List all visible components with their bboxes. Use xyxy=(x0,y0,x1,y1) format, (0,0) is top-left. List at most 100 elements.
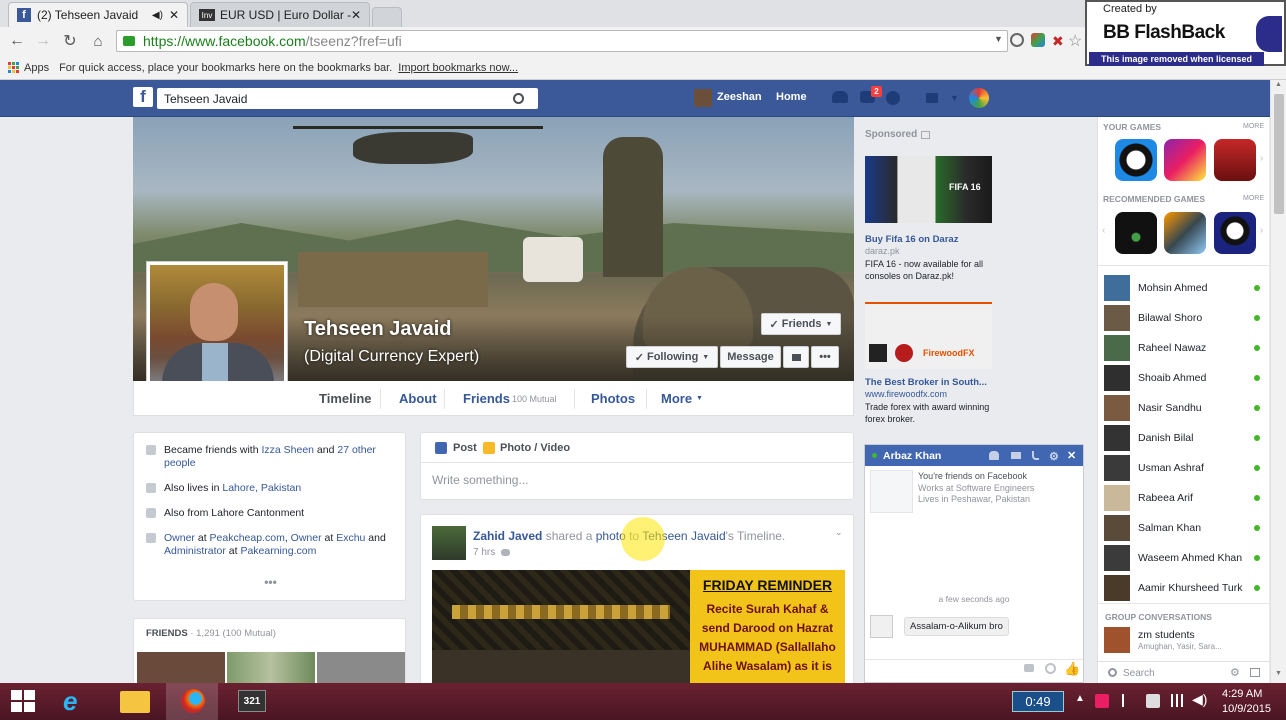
video-call-button[interactable] xyxy=(783,346,809,368)
game-poker[interactable] xyxy=(1214,139,1256,181)
chevron-left-icon[interactable]: ‹ xyxy=(1102,225,1105,236)
tray-network-icon[interactable] xyxy=(1171,694,1185,707)
search-icon[interactable] xyxy=(513,93,524,104)
lahore-link[interactable]: Lahore, Pakistan xyxy=(222,482,301,494)
page-scrollbar[interactable]: ▲ ▼ xyxy=(1270,80,1286,683)
media-player-icon[interactable]: 321 xyxy=(238,690,266,712)
file-explorer-icon[interactable] xyxy=(120,691,150,713)
composer-input[interactable]: Write something... xyxy=(432,473,528,487)
chat-like-icon[interactable]: 👍 xyxy=(1064,661,1080,677)
chat-sender-avatar[interactable] xyxy=(870,615,893,638)
ad-choices-icon[interactable] xyxy=(921,130,931,139)
game-candy[interactable] xyxy=(1164,139,1206,181)
contact-item[interactable]: Danish Bilal xyxy=(1104,424,1262,452)
author-name-link[interactable]: Zahid Javed xyxy=(473,529,542,543)
ad-firewood-image[interactable]: FirewoodFX xyxy=(865,302,992,369)
game-pool-dark[interactable] xyxy=(1115,212,1157,254)
contact-item[interactable]: Aamir Khursheed Turk xyxy=(1104,574,1262,602)
close-icon[interactable]: ✕ xyxy=(1067,449,1076,462)
more-options-button[interactable]: ••• xyxy=(811,346,839,368)
back-icon[interactable]: ← xyxy=(8,32,26,50)
zoom-icon[interactable] xyxy=(1010,33,1024,47)
audio-icon[interactable]: ◀) xyxy=(152,10,163,21)
exchu-link[interactable]: Exchu xyxy=(336,532,365,544)
contact-item[interactable]: Mohsin Ahmed xyxy=(1104,274,1262,302)
contact-item[interactable]: Nasir Sandhu xyxy=(1104,394,1262,422)
user-name-link[interactable]: Zeeshan xyxy=(717,91,762,103)
chat-photo-icon[interactable] xyxy=(1024,664,1034,672)
contact-item[interactable]: Salman Khan xyxy=(1104,514,1262,542)
author-avatar[interactable] xyxy=(432,526,466,560)
chat-contact-name[interactable]: Arbaz Khan xyxy=(883,450,941,462)
compose-icon[interactable] xyxy=(1250,668,1260,677)
facebook-logo-icon[interactable]: f xyxy=(133,87,153,107)
settings-dropdown-icon[interactable]: ▼ xyxy=(950,93,959,103)
friend-requests-icon[interactable] xyxy=(832,91,848,103)
game-8-ball-dark[interactable] xyxy=(1214,212,1256,254)
contact-item[interactable]: Usman Ashraf xyxy=(1104,454,1262,482)
import-bookmarks-link[interactable]: Import bookmarks now... xyxy=(398,62,518,74)
tab-timeline[interactable]: Timeline xyxy=(319,391,372,406)
scroll-down-icon[interactable]: ▼ xyxy=(1275,670,1282,677)
composer-tab-photo[interactable]: Photo / Video xyxy=(483,442,570,454)
intro-see-more[interactable]: ••• xyxy=(134,575,407,589)
ad-fifa-image[interactable]: FIFA 16 xyxy=(865,156,992,223)
extension-icon-2[interactable]: ✖ xyxy=(1052,33,1064,50)
tray-flag-icon[interactable] xyxy=(1122,694,1134,707)
scroll-up-icon[interactable]: ▲ xyxy=(1275,81,1282,88)
izza-sheen-link[interactable]: Izza Sheen xyxy=(261,444,314,456)
facebook-search-input[interactable]: Tehseen Javaid xyxy=(157,88,538,109)
contact-item[interactable]: Shoaib Ahmed xyxy=(1104,364,1262,392)
ad-firewood-title[interactable]: The Best Broker in South... xyxy=(865,377,987,388)
chat-emoji-icon[interactable] xyxy=(1045,663,1056,674)
close-tab-icon[interactable]: ✕ xyxy=(351,8,361,22)
gear-icon[interactable]: ⚙ xyxy=(1049,450,1059,463)
recommended-more-link[interactable]: MORE xyxy=(1243,195,1264,202)
apps-link[interactable]: Apps xyxy=(24,62,49,74)
phone-icon[interactable] xyxy=(1032,451,1039,460)
reload-icon[interactable]: ↻ xyxy=(61,32,79,50)
game-moto[interactable] xyxy=(1164,212,1206,254)
contact-item[interactable]: Bilawal Shoro xyxy=(1104,304,1262,332)
extension-icon[interactable] xyxy=(1031,33,1045,47)
pakearning-link[interactable]: Pakearning.com xyxy=(240,545,316,557)
privacy-icon[interactable] xyxy=(926,93,938,103)
group-item[interactable]: zm students Amughan, Yasir, Sara... xyxy=(1104,626,1264,654)
post-image-kaaba[interactable] xyxy=(432,570,690,687)
composer-tab-post[interactable]: Post xyxy=(435,442,477,454)
tray-app-icon[interactable] xyxy=(1095,694,1109,708)
internet-explorer-icon[interactable]: e xyxy=(63,688,77,714)
extension-pinwheel-icon[interactable] xyxy=(969,88,989,108)
windows-start-icon[interactable] xyxy=(11,690,35,712)
peakcheap-link[interactable]: Peakcheap.com xyxy=(210,532,285,544)
clock-time[interactable]: 4:29 AM xyxy=(1222,688,1262,700)
tab-more[interactable]: More xyxy=(661,391,692,406)
close-tab-icon[interactable]: ✕ xyxy=(169,8,179,22)
post-time-link[interactable]: 7 hrs xyxy=(473,547,495,558)
scrollbar-thumb[interactable] xyxy=(1274,94,1284,214)
tray-chevron-icon[interactable]: ▲ xyxy=(1075,693,1085,704)
omnibox-dropdown-icon[interactable]: ▼ xyxy=(994,34,1003,44)
chevron-right-icon[interactable]: › xyxy=(1260,225,1263,236)
friends-card-title[interactable]: FRIENDS xyxy=(146,628,188,639)
contact-item[interactable]: Waseem Ahmed Khan xyxy=(1104,544,1262,572)
apps-icon[interactable] xyxy=(8,62,19,73)
gear-icon[interactable]: ⚙ xyxy=(1230,666,1240,679)
user-avatar[interactable] xyxy=(694,89,712,107)
following-button[interactable]: ✓ Following ▼ xyxy=(626,346,718,368)
chevron-right-icon[interactable]: › xyxy=(1260,153,1263,164)
game-8-ball-pool[interactable] xyxy=(1115,139,1157,181)
profile-name[interactable]: Tehseen Javaid xyxy=(304,318,451,341)
bookmark-star-icon[interactable]: ☆ xyxy=(1068,31,1082,51)
home-link[interactable]: Home xyxy=(776,91,807,103)
friends-button[interactable]: ✓ Friends ▼ xyxy=(761,313,841,335)
tab-photos[interactable]: Photos xyxy=(591,391,635,406)
chat-search-bar[interactable]: Search ⚙ xyxy=(1098,661,1269,683)
clock-date[interactable]: 10/9/2015 xyxy=(1222,703,1271,715)
recording-timer[interactable]: 0:49 xyxy=(1012,691,1064,712)
tab-friends[interactable]: Friends xyxy=(463,391,510,406)
volume-icon[interactable]: ◀) xyxy=(1192,691,1207,708)
message-button[interactable]: Message xyxy=(720,346,781,368)
contact-item[interactable]: Raheel Nawaz xyxy=(1104,334,1262,362)
video-camera-icon[interactable] xyxy=(1011,452,1021,459)
